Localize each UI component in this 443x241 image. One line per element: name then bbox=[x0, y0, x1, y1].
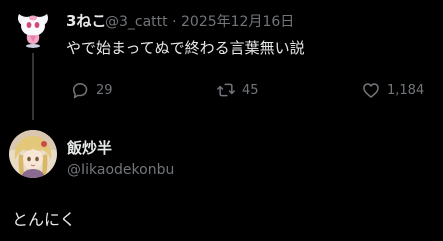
original-tweet[interactable]: 3ねこ @3_cattt · 2025年12月16日 やで始まってぬで終わる言葉… bbox=[0, 0, 443, 120]
user-avatar[interactable] bbox=[12, 6, 54, 48]
anime-character-avatar-icon bbox=[9, 130, 57, 178]
retweet-count: 45 bbox=[242, 82, 259, 98]
retweet-arrows-icon bbox=[217, 83, 235, 97]
speech-bubble-icon bbox=[73, 83, 88, 99]
reply-user-avatar[interactable] bbox=[9, 130, 57, 178]
tweet-meta: @3_cattt · 2025年12月16日 bbox=[105, 11, 294, 31]
heart-icon bbox=[363, 83, 379, 98]
reply-text: とんにく bbox=[12, 210, 76, 229]
user-handle[interactable]: @3_cattt bbox=[105, 14, 168, 30]
tweet-text: やで始まってぬで終わる言葉無い説 bbox=[66, 39, 305, 57]
pink-fairy-creature-avatar-icon bbox=[12, 6, 54, 48]
reply-user-handle[interactable]: @Iikaodekonbu bbox=[67, 162, 174, 178]
meta-separator: · bbox=[172, 14, 177, 30]
tweet-date[interactable]: 2025年12月16日 bbox=[181, 14, 294, 30]
like-button[interactable]: 1,184 bbox=[361, 79, 424, 101]
like-count: 1,184 bbox=[387, 82, 425, 98]
display-name[interactable]: 3ねこ bbox=[66, 10, 106, 31]
reply-display-name[interactable]: 飯炒半 bbox=[67, 137, 112, 158]
reply-count: 29 bbox=[96, 82, 113, 98]
reply-button[interactable]: 29 bbox=[70, 79, 113, 101]
thread-connector-line bbox=[32, 53, 34, 120]
retweet-button[interactable]: 45 bbox=[216, 79, 259, 101]
